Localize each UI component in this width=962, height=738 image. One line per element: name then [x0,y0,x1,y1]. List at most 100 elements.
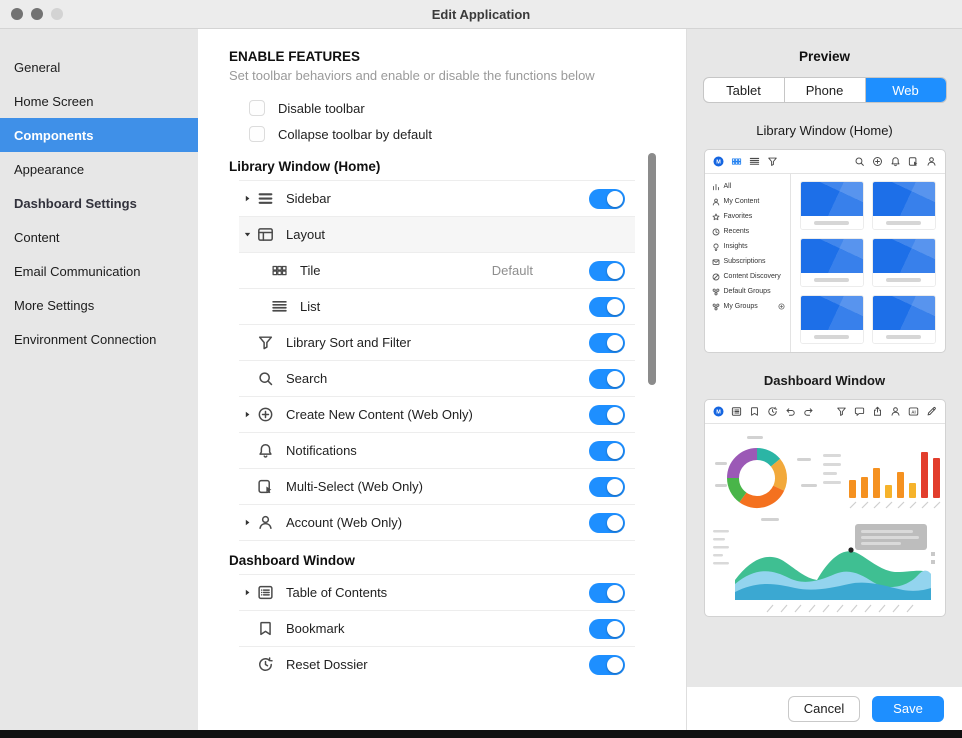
group-header-library-window-home: Library Window (Home) [229,159,686,174]
settings-sidebar: GeneralHome ScreenComponentsAppearance Da… [0,29,198,730]
search-icon [854,156,865,167]
zoom-button[interactable] [51,8,63,20]
checkbox-disable-toolbar[interactable] [249,100,265,116]
library-sidebar-item-default-groups[interactable]: Default Groups [712,284,790,299]
m-mail-icon [712,258,720,266]
disclosure-spacer [239,479,255,495]
toggle-switch[interactable] [589,405,625,425]
feature-row-multi-select-web-only[interactable]: Multi-Select (Web Only) [239,469,635,505]
checkbox-label: Disable toolbar [278,101,365,116]
library-sidebar-item-my-groups[interactable]: My Groups [712,299,790,314]
toggle-switch[interactable] [589,655,625,675]
toggle-switch[interactable] [589,297,625,317]
m-person-icon [712,198,720,206]
close-button[interactable] [11,8,23,20]
sidebar-item-appearance[interactable]: Appearance [0,152,198,186]
toggle-switch[interactable] [589,477,625,497]
feature-row-search[interactable]: Search [239,361,635,397]
thumbnail-caption-line [814,278,850,282]
toggle-switch[interactable] [589,513,625,533]
library-preview-sidebar: AllMy ContentFavoritesRecents Insights Sub… [705,174,791,352]
feature-label: Create New Content (Web Only) [286,407,473,422]
m-chart-icon [712,183,720,191]
library-sidebar-item-all[interactable]: All [712,179,790,194]
plus-circle-icon [257,406,274,423]
thumbnail-image [801,182,863,216]
sidebar-item-components[interactable]: Components [0,118,198,152]
disclosure-spacer [239,657,255,673]
library-sidebar-item-insights[interactable]: Insights [712,239,790,254]
tab-tablet[interactable]: Tablet [704,78,785,102]
tab-web[interactable]: Web [866,78,946,102]
chevron-down-icon[interactable] [239,227,255,243]
bell-icon [890,156,901,167]
save-button[interactable]: Save [872,696,944,722]
filter-icon [836,406,847,417]
library-sidebar-item-content-discovery[interactable]: Content Discovery [712,269,790,284]
feature-row-list[interactable]: List [239,289,635,325]
window-title: Edit Application [0,7,962,22]
chevron-right-icon[interactable] [239,407,255,423]
scrollbar-thumb[interactable] [648,153,656,385]
sidebar-item-dashboard-settings[interactable]: Dashboard Settings [0,186,198,220]
toggle-switch[interactable] [589,189,625,209]
feature-row-tile[interactable]: TileDefault [239,253,635,289]
toggle-switch[interactable] [589,583,625,603]
dashboard-preview-toolbar: M AI [705,400,945,424]
feature-row-account-web-only[interactable]: Account (Web Only) [239,505,635,541]
list-icon [271,298,288,315]
library-sidebar-item-my-content[interactable]: My Content [712,194,790,209]
chevron-right-icon[interactable] [239,191,255,207]
pencil-icon [926,406,937,417]
sidebar-item-content[interactable]: Content [0,220,198,254]
feature-row-reset-dossier[interactable]: Reset Dossier [239,647,635,677]
library-sidebar-label: Insights [724,243,748,250]
feature-row-sidebar[interactable]: Sidebar [239,181,635,217]
feature-row-bookmark[interactable]: Bookmark [239,611,635,647]
preview-panel: Preview TabletPhoneWeb Library Window (H… [686,29,962,730]
feature-row-library-sort-and-filter[interactable]: Library Sort and Filter [239,325,635,361]
toggle-switch[interactable] [589,369,625,389]
sidebar-item-email-communication[interactable]: Email Communication [0,254,198,288]
feature-row-table-of-contents[interactable]: Table of Contents [239,575,635,611]
library-sidebar-item-subscriptions[interactable]: Subscriptions [712,254,790,269]
minimize-button[interactable] [31,8,43,20]
toggle-switch[interactable] [589,441,625,461]
dashboard-preview-card: M AI [704,399,946,617]
dialog-footer: Cancel Save [687,687,962,730]
cancel-button[interactable]: Cancel [788,696,860,722]
svg-text:AI: AI [911,409,915,414]
reset-icon [767,406,778,417]
feature-row-layout[interactable]: Layout [239,217,635,253]
sidebar-item-label: Dashboard Settings [14,196,137,211]
tile-icon [731,156,742,167]
feature-row-notifications[interactable]: Notifications [239,433,635,469]
chevron-right-icon[interactable] [239,585,255,601]
feature-row-create-new-content-web-only[interactable]: Create New Content (Web Only) [239,397,635,433]
m-plus-icon[interactable] [778,303,785,310]
checkbox-row-collapse-toolbar-by-default: Collapse toolbar by default [249,121,686,147]
chevron-right-icon[interactable] [239,515,255,531]
library-sidebar-item-favorites[interactable]: Favorites [712,209,790,224]
logo-icon: M [713,406,724,417]
checkbox-collapse-toolbar-by-default[interactable] [249,126,265,142]
library-sidebar-label: Default Groups [724,288,771,295]
enable-features-heading: ENABLE FEATURES [229,49,686,64]
svg-text:M: M [716,410,721,416]
sidebar-item-environment-connection[interactable]: Environment Connection [0,322,198,356]
content-thumbnail [800,181,864,230]
m-clock-icon [712,228,720,236]
toggle-switch[interactable] [589,333,625,353]
m-bulb-icon [712,243,720,251]
disclosure-spacer [239,263,269,279]
library-sidebar-item-recents[interactable]: Recents [712,224,790,239]
sidebar-item-general[interactable]: General [0,50,198,84]
toggle-switch[interactable] [589,619,625,639]
sidebar-item-more-settings[interactable]: More Settings [0,288,198,322]
thumbnail-caption-line [886,278,922,282]
sidebar-item-home-screen[interactable]: Home Screen [0,84,198,118]
toggle-switch[interactable] [589,261,625,281]
m-compass-icon [712,273,720,281]
comment-icon [854,406,865,417]
tab-phone[interactable]: Phone [785,78,866,102]
